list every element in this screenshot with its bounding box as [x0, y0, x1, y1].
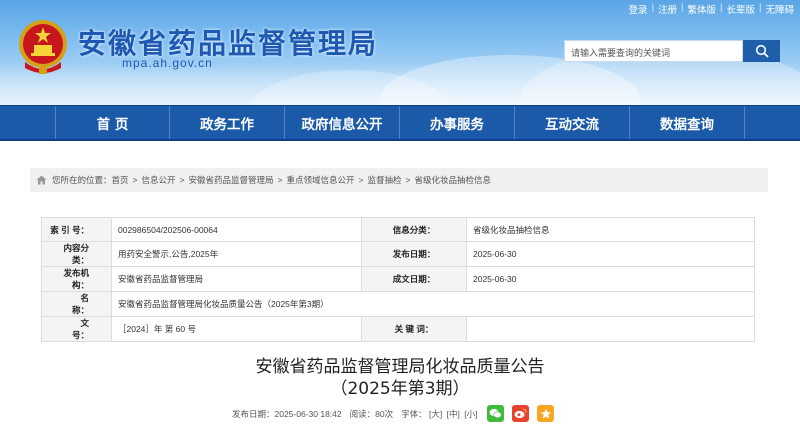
article-subtitle: （2025年第3期） [330, 379, 470, 399]
content-category-label: 内容分类： [41, 241, 112, 267]
favorite-button[interactable] [537, 405, 555, 422]
index-value: 002986504/202506-00064 [111, 217, 362, 242]
index-label: 索 引 号： [41, 217, 112, 242]
share-wechat-button[interactable] [487, 405, 505, 422]
table-row: 发布机构： 安徽省药品监督管理局 成文日期： 2025-06-30 [41, 266, 755, 292]
nav-home[interactable]: 首 页 [55, 106, 170, 139]
article-date: 发布日期：2025-06-30 18:42 [232, 408, 342, 419]
font-medium-button[interactable]: [中] [447, 409, 460, 419]
site-domain: mpa.ah.gov.cn [122, 56, 213, 70]
font-size-label: 字体： [401, 408, 427, 419]
home-icon [36, 175, 47, 185]
table-row: 索 引 号： 002986504/202506-00064 信息分类： 省级化妆… [41, 217, 755, 242]
top-links: 登录 | 注册 | 繁体版 | 长辈版 | 无障碍 [628, 2, 794, 16]
search-button[interactable] [743, 40, 780, 62]
font-size-controls: 字体： [大] [中] [小] [401, 408, 479, 420]
breadcrumb-home[interactable]: 首页 [112, 174, 129, 186]
national-emblem-icon [19, 20, 67, 74]
article-meta: 发布日期：2025-06-30 18:42 阅读：80次 字体： [大] [中]… [232, 405, 562, 422]
issuer-value: 安徽省药品监督管理局 [111, 266, 362, 292]
elder-version-link[interactable]: 长辈版 [727, 2, 756, 16]
nav-data-query[interactable]: 数据查询 [630, 106, 745, 139]
breadcrumb-cosmetics-sampling[interactable]: 省级化妆品抽检信息 [414, 174, 491, 186]
star-icon [540, 408, 552, 419]
keyword-label: 关 键 词： [361, 316, 467, 342]
name-value: 安徽省药品监督管理局化妆品质量公告（2025年第3期） [111, 291, 755, 317]
main-nav: 首 页 政务工作 政府信息公开 办事服务 互动交流 数据查询 [0, 105, 800, 141]
banner-cloud [0, 62, 800, 105]
publish-date-value: 2025-06-30 [466, 241, 755, 267]
created-date-label: 成文日期： [361, 266, 467, 292]
font-small-button[interactable]: [小] [464, 409, 477, 419]
doc-number-value: ［2024］年 第 60 号 [111, 316, 362, 342]
keyword-value [466, 316, 755, 342]
nav-information-disclosure[interactable]: 政府信息公开 [285, 106, 400, 139]
weibo-icon [514, 408, 527, 419]
table-row: 内容分类： 用药安全警示,公告,2025年 发布日期： 2025-06-30 [41, 241, 755, 267]
wechat-icon [489, 408, 503, 419]
font-large-button[interactable]: [大] [429, 409, 442, 419]
nav-interaction[interactable]: 互动交流 [515, 106, 630, 139]
breadcrumb-supervision-sampling[interactable]: 监督抽检 [367, 174, 401, 186]
share-weibo-button[interactable] [512, 405, 530, 422]
table-row: 名 称： 安徽省药品监督管理局化妆品质量公告（2025年第3期） [41, 291, 755, 317]
category-label: 信息分类： [361, 217, 467, 242]
breadcrumb-key-areas[interactable]: 重点领域信息公开 [286, 174, 354, 186]
nav-services[interactable]: 办事服务 [400, 106, 515, 139]
article-reads: 阅读：80次 [349, 408, 394, 419]
table-row: 文 号： ［2024］年 第 60 号 关 键 词： [41, 316, 755, 342]
created-date-value: 2025-06-30 [466, 266, 755, 292]
document-info-table: 索 引 号： 002986504/202506-00064 信息分类： 省级化妆… [41, 217, 755, 342]
search-input[interactable]: 请输入需要查询的关键词 [564, 40, 743, 62]
breadcrumb-info-disclosure[interactable]: 信息公开 [142, 174, 176, 186]
login-link[interactable]: 登录 [629, 2, 648, 16]
breadcrumb-bureau[interactable]: 安徽省药品监督管理局 [188, 174, 273, 186]
doc-number-label: 文 号： [41, 316, 112, 342]
issuer-label: 发布机构： [41, 266, 112, 292]
breadcrumb: 您所在的位置： 首页 > 信息公开 > 安徽省药品监督管理局 > 重点领域信息公开 > … [30, 168, 768, 192]
site-header: 登录 | 注册 | 繁体版 | 长辈版 | 无障碍 安徽省药品监督管理局 mpa.ah.… [0, 0, 800, 105]
name-label: 名 称： [41, 291, 112, 317]
traditional-chinese-link[interactable]: 繁体版 [688, 2, 717, 16]
content-category-value: 用药安全警示,公告,2025年 [111, 241, 362, 267]
category-value: 省级化妆品抽检信息 [466, 217, 755, 242]
register-link[interactable]: 注册 [658, 2, 677, 16]
nav-government-affairs[interactable]: 政务工作 [170, 106, 285, 139]
accessibility-link[interactable]: 无障碍 [765, 2, 794, 16]
breadcrumb-prefix: 您所在的位置： [52, 175, 112, 185]
publish-date-label: 发布日期： [361, 241, 467, 267]
search-icon [755, 44, 769, 58]
